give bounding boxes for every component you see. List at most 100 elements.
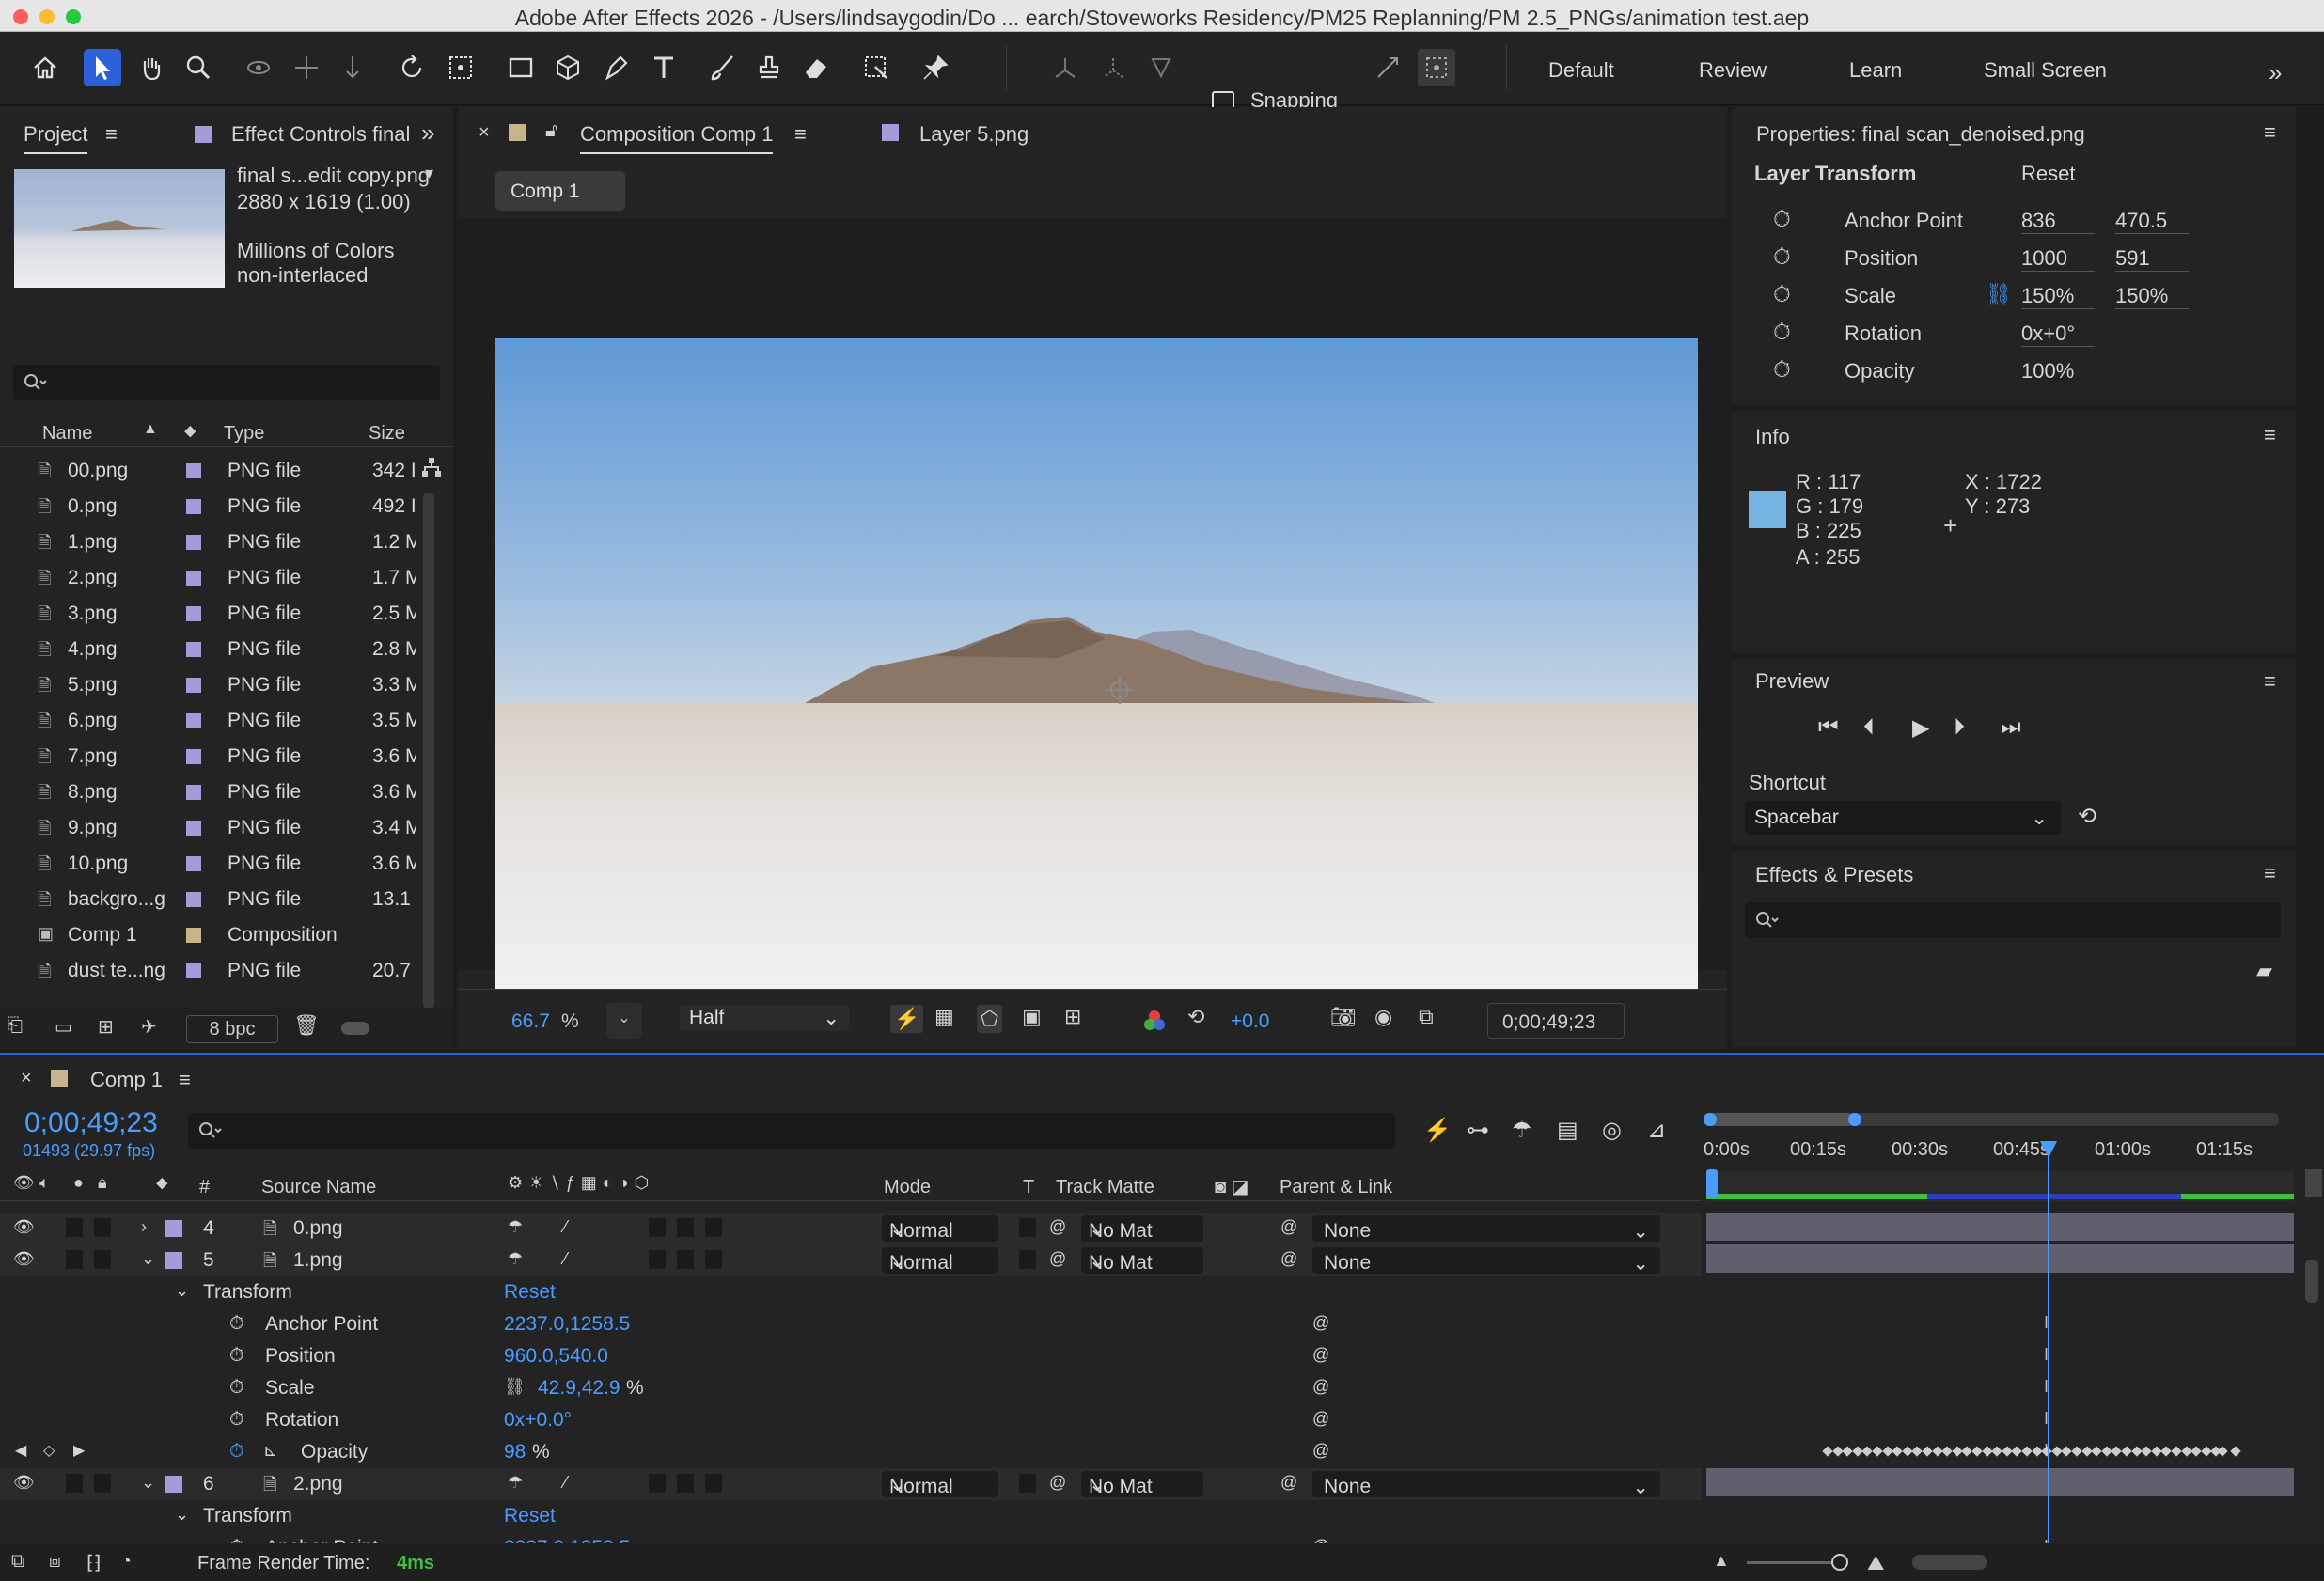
keyframe-icon[interactable]: [2021, 1446, 2033, 1457]
mask-visibility-icon[interactable]: ⬠: [977, 1005, 1003, 1033]
workspace-learn[interactable]: Learn: [1849, 58, 1902, 83]
anchor-point-value[interactable]: 2237.0,1258.5: [504, 1313, 630, 1336]
quality-switch-icon[interactable]: ⁄: [564, 1217, 567, 1237]
keyframe-icon[interactable]: [1892, 1446, 1903, 1457]
timeline-layer-row[interactable]: 👁︎ › 4 🗎 0.png ☂ ⁄ Normal ⌄ @ No Mat ⌄ @ None ⌄: [0, 1213, 1702, 1244]
blend-mode-dropdown[interactable]: Normal ⌄: [882, 1247, 998, 1274]
sort-ascending-icon[interactable]: ▲: [143, 421, 158, 438]
comp-start-marker[interactable]: [1706, 1169, 1718, 1197]
col-name[interactable]: Name: [42, 423, 92, 445]
pick-whip-icon[interactable]: @: [1049, 1217, 1066, 1237]
clone-stamp-tool-icon[interactable]: [750, 49, 788, 86]
workspace-review[interactable]: Review: [1699, 58, 1767, 83]
layer-duration-bar[interactable]: [1706, 1468, 2294, 1496]
flowchart-icon[interactable]: [421, 457, 442, 477]
quality-switch-icon[interactable]: ⁄: [564, 1249, 567, 1269]
stopwatch-icon[interactable]: ⏱︎: [229, 1313, 244, 1335]
lock-icon[interactable]: 🔓︎: [545, 120, 557, 142]
workspace-default[interactable]: Default: [1548, 58, 1614, 83]
project-item[interactable]: 🗎 1.png PNG file 1.2 M: [0, 524, 419, 559]
comp-breadcrumb[interactable]: Comp 1: [495, 171, 625, 211]
expression-pick-whip-icon[interactable]: @: [1312, 1377, 1329, 1397]
switch-box[interactable]: [705, 1250, 722, 1269]
chevron-down-icon[interactable]: ⌄: [175, 1505, 189, 1525]
tab-effect-controls[interactable]: Effect Controls final: [231, 122, 410, 147]
local-axis-icon[interactable]: [1046, 49, 1084, 86]
chevron-down-icon[interactable]: ⌄: [175, 1281, 189, 1301]
preserve-transparency-box[interactable]: [1019, 1474, 1036, 1493]
parent-pick-whip-icon[interactable]: @: [1280, 1473, 1297, 1493]
keyframe-icon[interactable]: [1922, 1446, 1933, 1457]
effects-menu-icon[interactable]: ≡: [2264, 861, 2276, 885]
footage-dropdown-icon[interactable]: ▾: [425, 164, 433, 183]
selection-tool-icon[interactable]: [84, 49, 121, 86]
timeline-scrollbar[interactable]: [2305, 1260, 2318, 1303]
keyframe-icon[interactable]: [2071, 1446, 2082, 1457]
shy-layers-icon[interactable]: ☂: [1512, 1117, 1532, 1144]
stopwatch-icon[interactable]: ⏱︎: [1773, 282, 1791, 308]
more-workspaces-icon[interactable]: »: [2269, 58, 2282, 87]
channels-icon[interactable]: [1142, 1009, 1167, 1033]
keyframe-icon[interactable]: [1872, 1446, 1883, 1457]
transform-reset-link[interactable]: Reset: [504, 1505, 556, 1527]
stopwatch-icon[interactable]: ⏱︎: [229, 1441, 244, 1463]
keyframe-icon[interactable]: [2121, 1446, 2132, 1457]
add-keyframe-icon[interactable]: ◇: [43, 1441, 55, 1460]
track-matte-dropdown[interactable]: No Mat ⌄: [1081, 1215, 1203, 1242]
eraser-tool-icon[interactable]: [797, 49, 835, 86]
pen-tool-icon[interactable]: [597, 49, 635, 86]
properties-menu-icon[interactable]: ≡: [2264, 120, 2276, 145]
track-matte-dropdown[interactable]: No Mat ⌄: [1081, 1471, 1203, 1497]
constrain-proportions-icon[interactable]: ⛓: [504, 1377, 526, 1397]
scale-value[interactable]: 42.9,42.9: [538, 1377, 620, 1400]
keyframe-icon[interactable]: [1971, 1446, 1983, 1457]
property-value-1[interactable]: 100%: [2021, 359, 2095, 384]
graph-editor-icon[interactable]: ⊿: [1647, 1117, 1666, 1144]
graph-icon[interactable]: ⊾: [263, 1441, 277, 1461]
solo-box[interactable]: [66, 1250, 83, 1269]
parent-dropdown[interactable]: None ⌄: [1312, 1215, 1660, 1243]
resolution-dropdown[interactable]: Half ⌄: [680, 1005, 849, 1031]
solo-icon[interactable]: ●: [73, 1173, 84, 1193]
solo-box[interactable]: [66, 1474, 83, 1493]
anchor-point-tool-icon[interactable]: [442, 49, 479, 86]
info-menu-icon[interactable]: ≡: [2264, 423, 2276, 447]
first-frame-icon[interactable]: ⏮: [1818, 714, 1839, 741]
switch-box[interactable]: [677, 1474, 694, 1493]
project-item[interactable]: 🗎 2.png PNG file 1.7 M: [0, 559, 419, 595]
parent-pick-whip-icon[interactable]: @: [1280, 1217, 1297, 1237]
transform-reset-link[interactable]: Reset: [2021, 162, 2075, 186]
keyframe-icon[interactable]: [2230, 1446, 2241, 1457]
keyframe-icon[interactable]: [1941, 1446, 1953, 1457]
eye-icon[interactable]: 👁︎: [13, 1217, 35, 1237]
layer-label-swatch[interactable]: [165, 1252, 182, 1269]
audio-icon[interactable]: 🔈︎: [39, 1173, 50, 1193]
work-area-start-handle[interactable]: [1704, 1113, 1717, 1126]
switch-box[interactable]: [705, 1474, 722, 1493]
layer-name[interactable]: 0.png: [293, 1217, 343, 1240]
reset-shortcut-icon[interactable]: ⟲: [2078, 803, 2096, 830]
pick-whip-icon[interactable]: @: [1049, 1249, 1066, 1269]
lock-box[interactable]: [94, 1474, 111, 1493]
zoom-value[interactable]: 66.7: [511, 1010, 550, 1033]
in-out-icon[interactable]: ⁅⁆: [86, 1551, 102, 1574]
project-toggle[interactable]: [341, 1022, 369, 1035]
dolly-camera-icon[interactable]: [334, 49, 371, 86]
lock-box[interactable]: [94, 1250, 111, 1269]
project-item[interactable]: 🗎 6.png PNG file 3.5 M: [0, 702, 419, 738]
property-value-1[interactable]: 0x+0°: [2021, 321, 2095, 347]
project-item[interactable]: 🗎 3.png PNG file 2.5 M: [0, 595, 419, 631]
blend-mode-dropdown[interactable]: Normal ⌄: [882, 1471, 998, 1497]
eye-icon[interactable]: 👁︎: [13, 1249, 35, 1269]
snapshot-icon[interactable]: 📷︎: [1330, 1005, 1357, 1029]
puppet-pin-tool-icon[interactable]: [917, 49, 954, 86]
stopwatch-icon[interactable]: ⏱︎: [229, 1345, 244, 1367]
constrain-proportions-icon[interactable]: ⛓: [1986, 282, 2012, 306]
timeline-menu-icon[interactable]: ≡: [179, 1068, 191, 1092]
expression-pick-whip-icon[interactable]: @: [1312, 1345, 1329, 1365]
layer-duration-bar[interactable]: [1706, 1213, 2294, 1241]
expression-pick-whip-icon[interactable]: @: [1312, 1441, 1329, 1461]
project-item[interactable]: 🗎 7.png PNG file 3.6 M: [0, 738, 419, 774]
project-item[interactable]: 🗎 8.png PNG file 3.6 M: [0, 774, 419, 809]
keyframe-icon[interactable]: [2141, 1446, 2152, 1457]
